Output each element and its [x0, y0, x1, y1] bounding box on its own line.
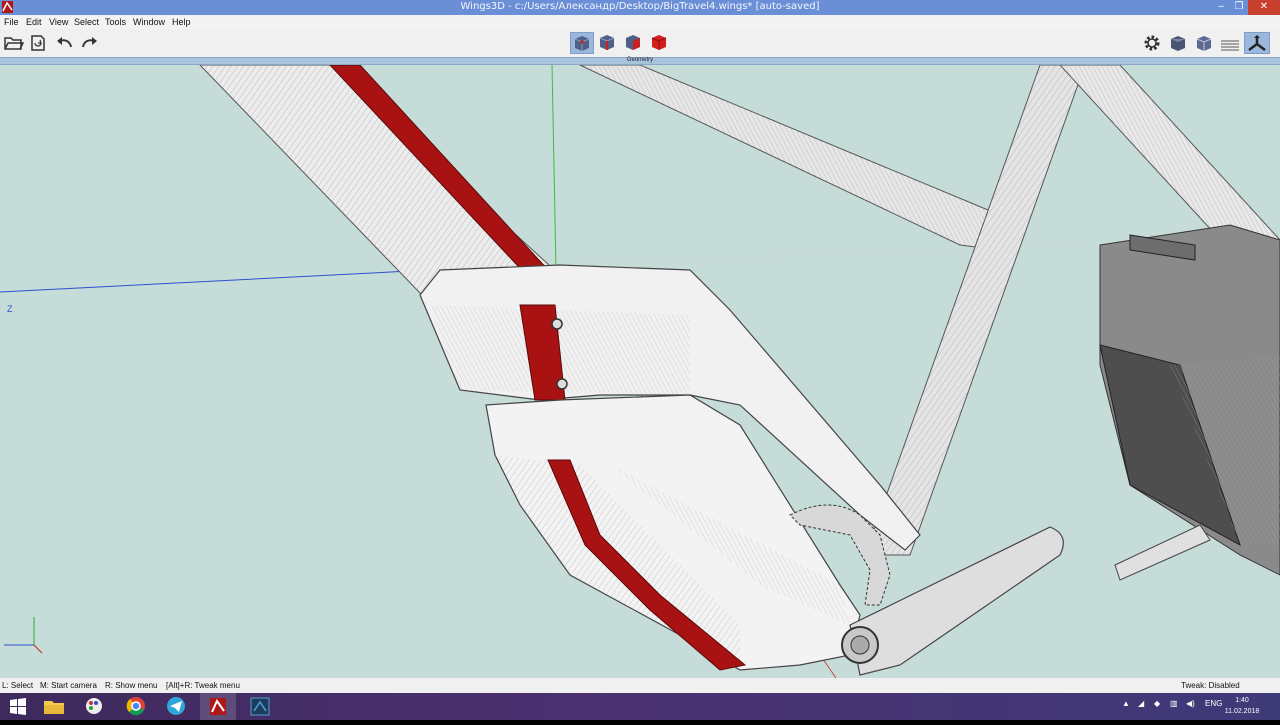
menu-window[interactable]: Window	[133, 17, 165, 27]
task-6[interactable]	[242, 693, 278, 720]
wings3d-task[interactable]	[200, 693, 236, 720]
undo-icon[interactable]	[53, 32, 75, 54]
menu-edit[interactable]: Edit	[26, 17, 42, 27]
maximize-button[interactable]: ❐	[1230, 0, 1248, 15]
chrome-icon	[126, 697, 145, 716]
telegram-icon	[167, 697, 185, 715]
z-axis-line	[0, 269, 431, 293]
gear-icon[interactable]	[1141, 32, 1163, 54]
windows-start-button[interactable]	[0, 693, 36, 720]
toolbar	[0, 29, 1280, 57]
menu-select[interactable]: Select	[74, 17, 99, 27]
status-bar: L: Select M: Start camera R: Show menu […	[0, 678, 1280, 693]
orthographic-button[interactable]	[1244, 32, 1270, 54]
minimize-button[interactable]: –	[1212, 0, 1230, 15]
paint-task[interactable]	[76, 693, 112, 720]
edge-mode-icon	[599, 35, 615, 50]
geometry-header: Geometry	[0, 57, 1280, 65]
redo-icon[interactable]	[79, 32, 101, 54]
vertex-mode-icon	[574, 36, 590, 51]
close-button[interactable]: ✕	[1248, 0, 1280, 15]
chrome-task[interactable]	[118, 693, 154, 720]
status-right-hint: R: Show menu	[105, 681, 158, 690]
axis-gizmo-icon	[4, 617, 43, 654]
file-explorer-task[interactable]	[36, 693, 72, 720]
smooth-cube-icon[interactable]	[1167, 32, 1189, 54]
telegram-task[interactable]	[158, 693, 194, 720]
orthographic-icon	[1248, 35, 1266, 51]
file-explorer-icon	[44, 701, 64, 714]
y-axis-line	[551, 65, 557, 271]
geometry-viewport[interactable]: Z	[0, 65, 1280, 678]
window-title: Wings3D - c:/Users/Александр/Desktop/Big…	[460, 1, 820, 12]
paint-icon	[86, 698, 102, 714]
tray-language[interactable]: ENG	[1205, 699, 1222, 708]
menu-help[interactable]: Help	[172, 17, 191, 27]
tray-network-icon[interactable]: ▥	[1170, 699, 1178, 708]
task-icon-6	[250, 697, 270, 716]
tray-clock[interactable]: 1:40 11.02.2018	[1222, 695, 1262, 717]
tray-volume-icon[interactable]: ◀)	[1186, 699, 1195, 708]
body-mode-icon	[651, 35, 667, 50]
status-tweak-hint: [Alt]+R: Tweak menu	[166, 681, 240, 690]
z-axis-label: Z	[7, 304, 13, 314]
open-folder-icon[interactable]	[2, 32, 24, 54]
clock-time: 1:40	[1235, 697, 1249, 704]
vertex-mode-button[interactable]	[570, 32, 594, 54]
menu-file[interactable]: File	[4, 17, 19, 27]
face-mode-icon	[626, 35, 640, 50]
save-icon[interactable]	[27, 32, 49, 54]
status-middle-hint: M: Start camera	[40, 681, 97, 690]
menu-tools[interactable]: Tools	[105, 17, 126, 27]
tray-antivirus-icon[interactable]: ◆	[1154, 699, 1160, 708]
status-left-hint: L: Select	[2, 681, 34, 690]
ground-plane-icon[interactable]	[1219, 32, 1241, 54]
wings3d-task-icon	[210, 698, 226, 715]
geometry-title: Geometry	[626, 57, 654, 63]
tweak-state: Tweak: Disabled	[1181, 681, 1240, 690]
face-mode-button[interactable]	[622, 32, 646, 54]
tray-telegram-icon[interactable]: ◢	[1138, 699, 1144, 708]
wire-cube-icon[interactable]	[1193, 32, 1215, 54]
menu-view[interactable]: View	[49, 17, 68, 27]
body-mode-button[interactable]	[648, 32, 672, 54]
bike-frame-mesh	[0, 65, 1280, 678]
tray-chevron-icon[interactable]: ▲	[1122, 699, 1130, 708]
taskbar: ▲ ◢ ◆ ▥ ◀) ENG 1:40 11.02.2018	[0, 693, 1280, 720]
windows-start-icon	[10, 698, 26, 715]
edge-mode-button[interactable]	[596, 32, 620, 54]
title-bar: Wings3D - c:/Users/Александр/Desktop/Big…	[0, 0, 1280, 15]
menu-bar: File Edit View Select Tools Window Help	[0, 15, 1280, 29]
clock-date: 11.02.2018	[1224, 708, 1260, 715]
